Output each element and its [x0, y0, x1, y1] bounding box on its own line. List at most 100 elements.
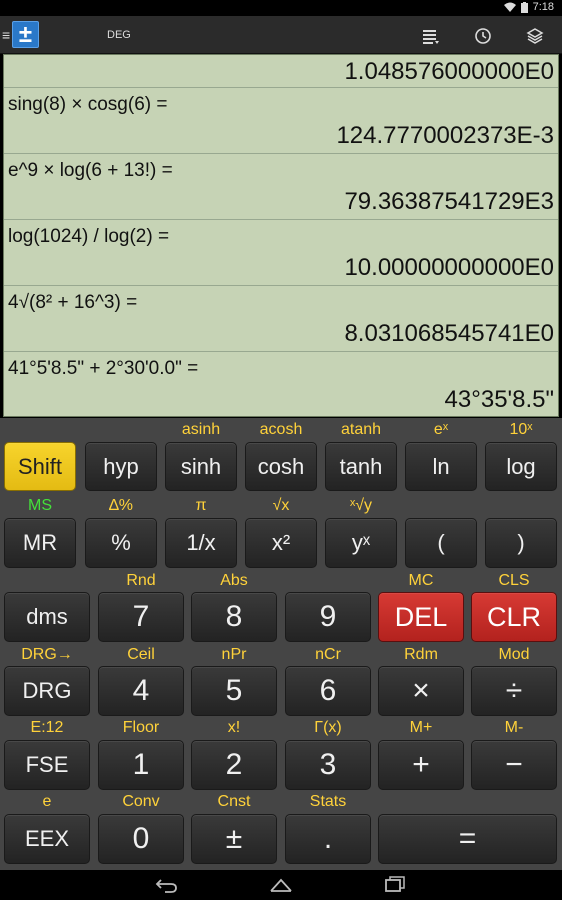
shift-label-factorial: x! — [227, 719, 241, 736]
digit-5-button[interactable]: 5 — [191, 666, 277, 716]
dms-button[interactable]: dms — [4, 592, 90, 642]
keypad: asinh acosh atanh eˣ 10ˣ Shift hyp sinh … — [0, 418, 562, 870]
shift-label-stats: Stats — [309, 793, 347, 810]
shift-label-pi: π — [195, 497, 207, 514]
clock-icon[interactable] — [472, 25, 494, 47]
hyp-button[interactable]: hyp — [85, 442, 157, 491]
shift-label-exp: eˣ — [433, 421, 449, 438]
shift-label-sqrt: √x — [272, 497, 290, 514]
digit-0-button[interactable]: 0 — [98, 814, 184, 864]
history-result: 10.00000000000E0 — [344, 254, 554, 281]
angle-mode-indicator: DEG — [107, 29, 131, 41]
left-paren-button[interactable]: ( — [405, 518, 477, 568]
digit-6-button[interactable]: 6 — [285, 666, 371, 716]
shift-label-ms: MS — [28, 497, 52, 514]
plus-minus-button[interactable]: ± — [191, 814, 277, 864]
cosh-button[interactable]: cosh — [245, 442, 317, 491]
plus-button[interactable]: + — [378, 740, 464, 790]
action-bar: ≡ ± DEG — [0, 16, 562, 54]
history-entry[interactable]: 41°5'8.5" + 2°30'0.0" = 43°35'8.5" — [4, 352, 558, 416]
digit-2-button[interactable]: 2 — [191, 740, 277, 790]
shift-label-gamma: Γ(x) — [314, 719, 342, 736]
shift-label-mod: Mod — [498, 646, 530, 663]
history-expression: log(1024) / log(2) = — [8, 226, 170, 247]
drawer-icon[interactable]: ≡ — [2, 27, 10, 43]
tanh-button[interactable]: tanh — [325, 442, 397, 491]
status-bar: 7:18 — [0, 0, 562, 16]
history-result: 79.36387541729E3 — [344, 188, 554, 215]
shift-label-ceil: Ceil — [127, 646, 155, 663]
multiply-button[interactable]: × — [378, 666, 464, 716]
shift-label-npr: nPr — [221, 646, 247, 663]
layers-icon[interactable] — [524, 25, 546, 47]
eex-button[interactable]: EEX — [4, 814, 90, 864]
shift-label-drg-arrow: DRG→ — [21, 646, 73, 663]
recent-apps-icon[interactable] — [383, 876, 407, 894]
shift-label-ncr: nCr — [315, 646, 341, 663]
ln-button[interactable]: ln — [405, 442, 477, 491]
shift-label-atanh: atanh — [340, 421, 382, 438]
fse-button[interactable]: FSE — [4, 740, 90, 790]
digit-3-button[interactable]: 3 — [285, 740, 371, 790]
digit-9-button[interactable]: 9 — [285, 592, 371, 642]
shift-label-e12: E:12 — [30, 719, 64, 736]
shift-label-m-minus: M- — [504, 719, 524, 736]
shift-button[interactable]: Shift — [4, 442, 76, 491]
shift-label-ten-power: 10ˣ — [509, 421, 533, 438]
decimal-point-button[interactable]: . — [285, 814, 371, 864]
history-expression: sing(8) × cosg(6) = — [8, 94, 168, 115]
right-paren-button[interactable]: ) — [485, 518, 557, 568]
history-entry[interactable]: 1.048576000000E0 — [4, 55, 558, 88]
app-logo-icon[interactable]: ± — [12, 21, 39, 48]
history-expression: 41°5'8.5" + 2°30'0.0" = — [8, 358, 199, 379]
history-display[interactable]: 1.048576000000E0 sing(8) × cosg(6) = 124… — [3, 54, 559, 417]
history-entry[interactable]: sing(8) × cosg(6) = 124.7770002373E-3 — [4, 88, 558, 154]
shift-label-m-plus: M+ — [409, 719, 433, 736]
digit-4-button[interactable]: 4 — [98, 666, 184, 716]
shift-label-abs: Abs — [220, 572, 248, 589]
sinh-button[interactable]: sinh — [165, 442, 237, 491]
digit-8-button[interactable]: 8 — [191, 592, 277, 642]
shift-label-cnst: Cnst — [217, 793, 251, 810]
shift-label-rdm: Rdm — [404, 646, 438, 663]
history-entry[interactable]: log(1024) / log(2) = 10.00000000000E0 — [4, 220, 558, 286]
shift-label-mc: MC — [408, 572, 434, 589]
memory-recall-button[interactable]: MR — [4, 518, 76, 568]
history-result: 124.7770002373E-3 — [336, 122, 554, 149]
wifi-icon — [503, 2, 516, 12]
divide-button[interactable]: ÷ — [471, 666, 557, 716]
minus-button[interactable]: − — [471, 740, 557, 790]
status-time: 7:18 — [532, 1, 554, 13]
shift-label-conv: Conv — [122, 793, 160, 810]
shift-label-e: e — [42, 793, 52, 810]
reciprocal-button[interactable]: 1/x — [165, 518, 237, 568]
history-result: 8.031068545741E0 — [344, 320, 554, 347]
square-button[interactable]: x² — [245, 518, 317, 568]
battery-icon — [520, 1, 528, 13]
home-icon[interactable] — [269, 876, 293, 894]
delete-button[interactable]: DEL — [378, 592, 464, 642]
equals-button[interactable]: = — [378, 814, 557, 864]
log-button[interactable]: log — [485, 442, 557, 491]
digit-7-button[interactable]: 7 — [98, 592, 184, 642]
drg-button[interactable]: DRG — [4, 666, 90, 716]
back-icon[interactable] — [155, 876, 179, 894]
digit-1-button[interactable]: 1 — [98, 740, 184, 790]
shift-label-delta-percent: ∆% — [108, 497, 133, 514]
history-result: 43°35'8.5" — [444, 386, 554, 413]
history-entry[interactable]: e^9 × log(6 + 13!) = 79.36387541729E3 — [4, 154, 558, 220]
history-expression: 4√(8² + 16^3) = — [8, 292, 138, 313]
list-icon[interactable] — [420, 25, 442, 47]
shift-label-floor: Floor — [122, 719, 160, 736]
history-result: 1.048576000000E0 — [344, 58, 554, 85]
history-expression: e^9 × log(6 + 13!) = — [8, 160, 173, 181]
navigation-bar — [0, 870, 562, 900]
power-button[interactable]: yˣ — [325, 518, 397, 568]
history-entry[interactable]: 4√(8² + 16^3) = 8.031068545741E0 — [4, 286, 558, 352]
shift-label-cls: CLS — [498, 572, 530, 589]
clear-button[interactable]: CLR — [471, 592, 557, 642]
shift-label-rnd: Rnd — [126, 572, 156, 589]
percent-button[interactable]: % — [85, 518, 157, 568]
shift-label-xroot: ˣ√y — [349, 497, 373, 514]
shift-label-acosh: acosh — [259, 421, 303, 438]
